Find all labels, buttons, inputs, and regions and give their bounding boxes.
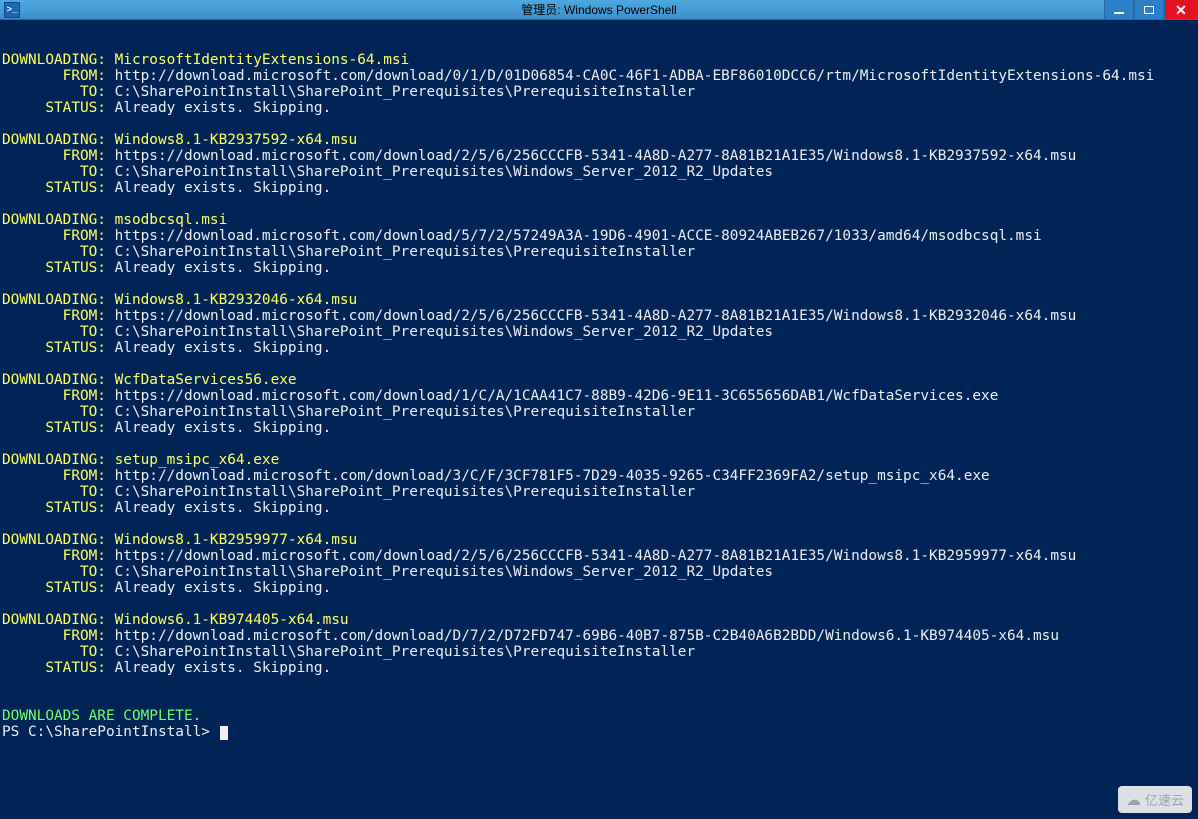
close-button[interactable]: ✕ bbox=[1164, 0, 1198, 19]
minimize-button[interactable] bbox=[1104, 0, 1134, 19]
maximize-icon bbox=[1144, 6, 1154, 14]
window-titlebar[interactable]: >_ 管理员: Windows PowerShell ✕ bbox=[0, 0, 1198, 20]
powershell-icon: >_ bbox=[4, 2, 20, 18]
cloud-icon: ☁ bbox=[1126, 791, 1141, 809]
watermark-text: 亿速云 bbox=[1145, 790, 1184, 809]
minimize-icon bbox=[1114, 12, 1124, 14]
terminal-output[interactable]: DOWNLOADING: MicrosoftIdentityExtensions… bbox=[0, 20, 1198, 819]
window-title: 管理员: Windows PowerShell bbox=[521, 1, 676, 18]
maximize-button[interactable] bbox=[1134, 0, 1164, 19]
window-controls: ✕ bbox=[1104, 0, 1198, 20]
terminal-text: DOWNLOADING: MicrosoftIdentityExtensions… bbox=[0, 36, 1198, 740]
close-icon: ✕ bbox=[1175, 3, 1187, 17]
watermark-badge: ☁ 亿速云 bbox=[1118, 786, 1192, 813]
